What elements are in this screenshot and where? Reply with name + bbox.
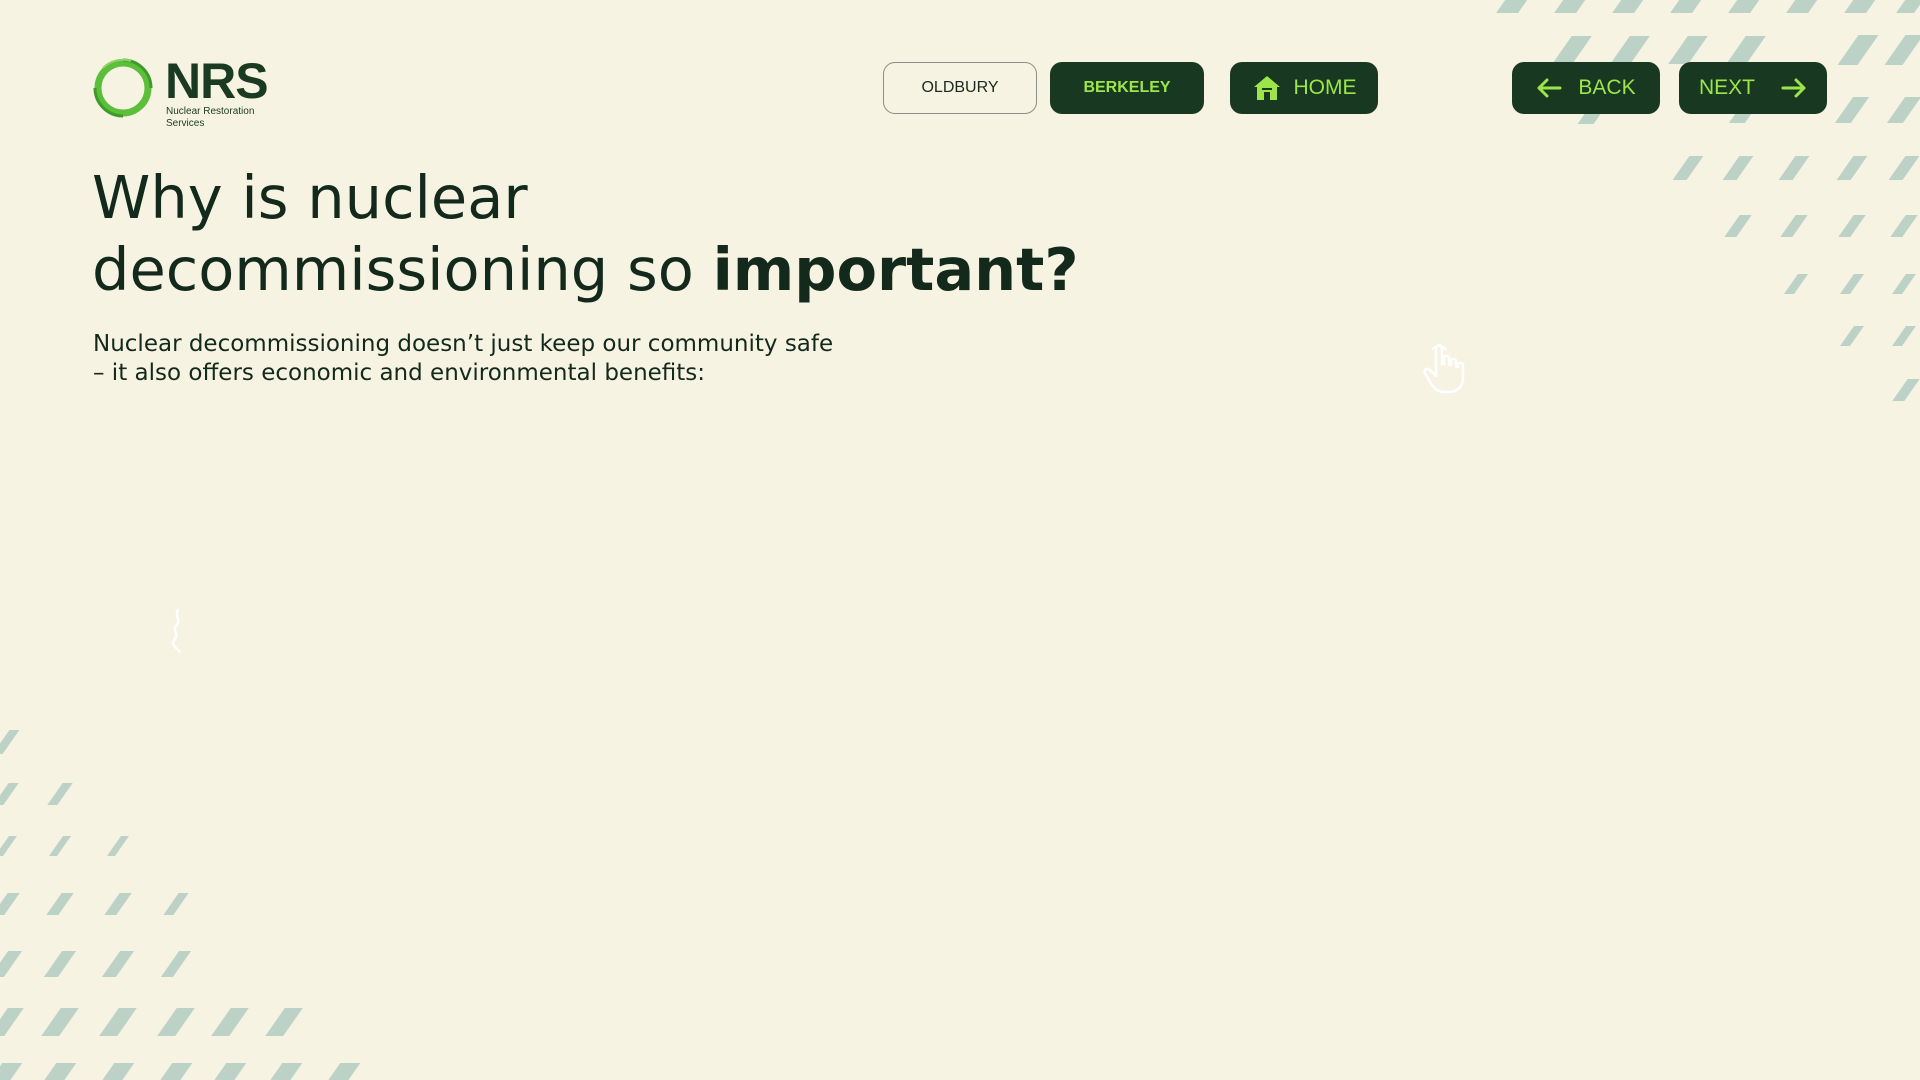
pattern-dash — [0, 951, 23, 977]
pattern-dash — [163, 893, 189, 915]
logo-subtitle: Nuclear Restoration Services — [166, 106, 255, 129]
pattern-dash — [44, 1063, 77, 1080]
pattern-dash — [0, 1008, 24, 1036]
title-line-2: decommissioning so — [92, 235, 713, 304]
pattern-dash — [0, 783, 19, 805]
arrow-right-icon — [1781, 78, 1806, 98]
pattern-dash — [1552, 36, 1592, 64]
pattern-dash — [47, 783, 73, 805]
pattern-dash — [1896, 0, 1920, 13]
pattern-dash — [1892, 379, 1920, 401]
pattern-dash — [160, 951, 192, 977]
title-emphasis: important? — [712, 235, 1079, 304]
squiggle-icon — [171, 608, 182, 654]
oldbury-label: OLDBURY — [921, 79, 999, 96]
pattern-dash — [1728, 0, 1760, 13]
pattern-dash — [328, 1063, 361, 1080]
pattern-dash — [41, 1008, 79, 1036]
pattern-dash — [1778, 156, 1810, 180]
pattern-dash — [1837, 35, 1879, 65]
arrow-left-icon — [1537, 78, 1562, 98]
home-label: HOME — [1293, 76, 1357, 99]
pattern-dash — [1780, 215, 1808, 237]
pattern-dash — [270, 1063, 303, 1080]
pattern-dash — [1844, 0, 1876, 13]
pattern-dash — [99, 1008, 137, 1036]
title-line-1: Why is nuclear — [92, 163, 528, 232]
pattern-dash — [1892, 326, 1916, 346]
berkeley-button[interactable]: BERKELEY — [1050, 62, 1204, 114]
pattern-dash — [102, 1063, 135, 1080]
intro-text: Nuclear decommissioning doesn’t just kee… — [93, 330, 933, 388]
pattern-dash — [1724, 215, 1752, 237]
intro-line-2: – it also offers economic and environmen… — [93, 360, 706, 386]
pattern-dash — [46, 893, 74, 915]
logo-ring-icon — [93, 58, 153, 118]
pattern-dash — [0, 836, 17, 856]
pattern-dash — [1670, 0, 1702, 13]
pattern-dash — [104, 893, 132, 915]
pattern-dash — [211, 1008, 249, 1036]
home-button[interactable]: HOME — [1230, 62, 1378, 114]
pattern-dash — [1726, 36, 1766, 64]
next-button[interactable]: NEXT — [1679, 62, 1827, 114]
pattern-dash — [0, 893, 20, 915]
back-label: BACK — [1578, 76, 1636, 99]
pattern-dash — [214, 1063, 247, 1080]
pattern-dash — [1888, 156, 1920, 180]
pattern-dash — [1840, 274, 1864, 294]
hand-pointer-icon[interactable] — [1422, 342, 1466, 394]
pattern-dash — [1722, 156, 1754, 180]
nrs-logo: NRS Nuclear Restoration Services — [91, 54, 269, 130]
pattern-dash — [0, 730, 20, 754]
pattern-dash — [265, 1008, 303, 1036]
pattern-dash — [1610, 36, 1650, 64]
pattern-dash — [1892, 274, 1916, 294]
page-title: Why is nuclear decommissioning so import… — [92, 162, 1079, 306]
back-button[interactable]: BACK — [1512, 62, 1660, 114]
pattern-dash — [101, 951, 135, 977]
home-icon — [1253, 76, 1280, 100]
pattern-dash — [0, 1063, 23, 1080]
pattern-dash — [1554, 0, 1586, 13]
pattern-dash — [1672, 156, 1704, 180]
oldbury-button[interactable]: OLDBURY — [883, 62, 1037, 114]
logo-wordmark: NRS — [165, 53, 269, 109]
pattern-dash — [1784, 274, 1808, 294]
pattern-dash — [107, 836, 129, 856]
pattern-dash — [1838, 215, 1866, 237]
pattern-dash — [49, 836, 71, 856]
berkeley-label: BERKELEY — [1083, 79, 1171, 96]
pattern-dash — [1884, 35, 1920, 65]
intro-line-1: Nuclear decommissioning doesn’t just kee… — [93, 331, 834, 357]
pattern-dash — [1834, 97, 1870, 123]
pattern-dash — [1890, 215, 1918, 237]
pattern-dash — [157, 1008, 195, 1036]
pattern-dash — [1886, 97, 1920, 123]
pattern-dash — [43, 951, 77, 977]
pattern-dash — [1612, 0, 1644, 13]
pattern-dash — [1840, 326, 1864, 346]
next-label: NEXT — [1698, 76, 1755, 99]
pattern-dash — [1836, 156, 1868, 180]
pattern-dash — [1496, 0, 1528, 13]
pattern-dash — [1668, 36, 1708, 64]
pattern-dash — [1786, 0, 1818, 13]
pattern-dash — [160, 1063, 193, 1080]
